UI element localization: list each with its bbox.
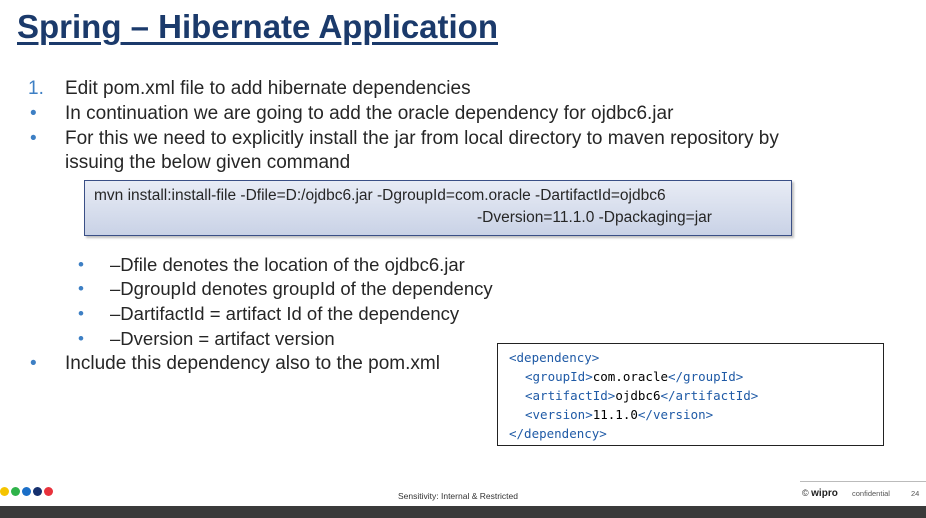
code-line-2: <groupId>com.oracle</groupId> xyxy=(525,367,743,386)
brand-dot xyxy=(33,487,42,496)
wipro-logo: © wipro xyxy=(802,488,838,499)
brand-dot xyxy=(44,487,53,496)
bullet-text-1: Edit pom.xml file to add hibernate depen… xyxy=(65,78,471,99)
brand-dot xyxy=(22,487,31,496)
bullet-dot-3: • xyxy=(30,128,37,149)
sub-bullet-text-1: –Dfile denotes the location of the ojdbc… xyxy=(110,254,465,275)
sub-bullet-dot-1: • xyxy=(78,255,84,274)
code-line-4: <version>11.1.0</version> xyxy=(525,405,713,424)
confidential-label: confidential xyxy=(852,489,890,498)
bullet-text-4: Include this dependency also to the pom.… xyxy=(65,353,440,374)
code-tag: </version> xyxy=(637,407,714,422)
code-tag: </artifactId> xyxy=(660,388,759,403)
sub-bullet-text-4: –Dversion = artifact version xyxy=(110,328,335,349)
code-line-5: </dependency> xyxy=(509,424,607,443)
sub-bullet-dot-2: • xyxy=(78,279,84,298)
bullet-text-3: For this we need to explicitly install t… xyxy=(65,128,779,149)
brand-dot xyxy=(11,487,20,496)
code-value: ojdbc6 xyxy=(615,388,661,403)
sub-bullet-text-3: –DartifactId = artifact Id of the depend… xyxy=(110,303,460,324)
code-value: com.oracle xyxy=(592,369,668,384)
command-line-2: -Dversion=11.1.0 -Dpackaging=jar xyxy=(477,209,712,226)
bottom-bar xyxy=(0,506,926,518)
code-value: 11.1.0 xyxy=(592,407,638,422)
code-tag: </groupId> xyxy=(668,369,744,384)
bullet-number-1: 1. xyxy=(28,78,44,99)
brand-dots xyxy=(0,487,53,496)
code-line-1: <dependency> xyxy=(509,348,599,367)
code-line-3: <artifactId>ojdbc6</artifactId> xyxy=(525,386,758,405)
command-box: mvn install:install-file -Dfile=D:/ojdbc… xyxy=(84,180,792,236)
sub-bullet-text-2: –DgroupId denotes groupId of the depende… xyxy=(110,278,493,299)
bullet-text-3-continued: issuing the below given command xyxy=(65,152,351,173)
brand-dot xyxy=(0,487,9,496)
command-line-1: mvn install:install-file -Dfile=D:/ojdbc… xyxy=(94,187,666,204)
slide-title: Spring – Hibernate Application xyxy=(17,8,498,45)
page-number: 24 xyxy=(911,489,920,498)
code-tag: </dependency> xyxy=(509,426,607,441)
code-tag: <version> xyxy=(525,407,593,422)
code-tag: <dependency> xyxy=(509,350,600,365)
footer-divider xyxy=(800,481,926,482)
dependency-code-box: <dependency> <groupId>com.oracle</groupI… xyxy=(497,343,884,446)
bullet-dot-2: • xyxy=(30,103,37,124)
bullet-text-2: In continuation we are going to add the … xyxy=(65,103,674,124)
brand-name: wipro xyxy=(811,488,838,499)
sub-bullet-dot-4: • xyxy=(78,329,84,348)
code-tag: <artifactId> xyxy=(525,388,616,403)
bullet-dot-4: • xyxy=(30,353,37,374)
sub-bullet-dot-3: • xyxy=(78,304,84,323)
sensitivity-label: Sensitivity: Internal & Restricted xyxy=(398,491,518,501)
copyright-symbol: © xyxy=(802,488,809,498)
code-tag: <groupId> xyxy=(525,369,593,384)
